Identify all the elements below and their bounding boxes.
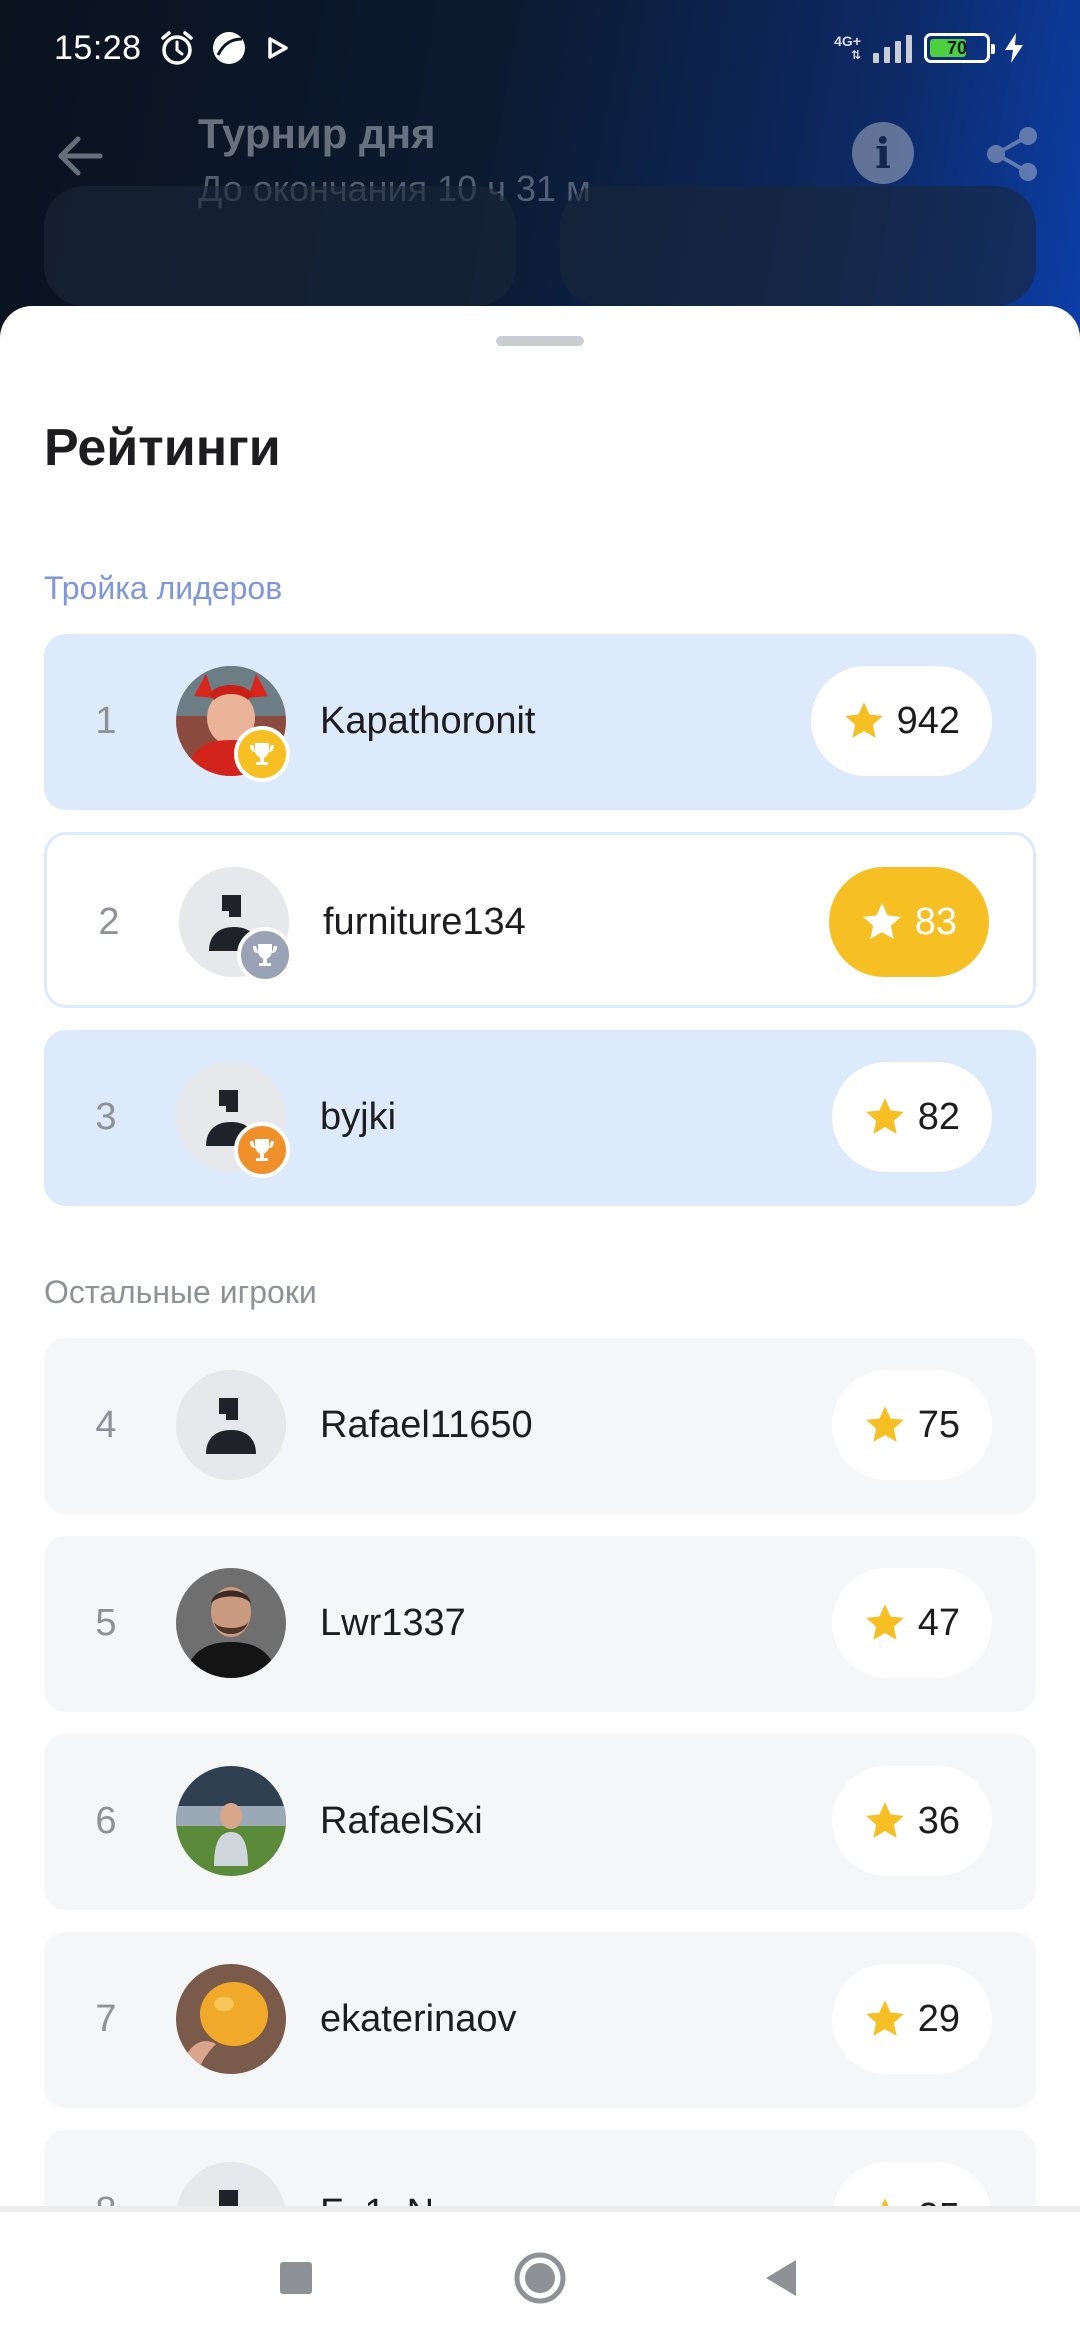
home-button[interactable] <box>510 2248 570 2308</box>
player-row[interactable]: 8 F_1_N 25 <box>44 2130 1036 2210</box>
score-badge: 25 <box>831 2162 992 2210</box>
star-icon <box>865 2000 904 2036</box>
player-name: Rafael11650 <box>320 1404 533 1446</box>
rank-number: 3 <box>95 1096 117 1138</box>
player-row[interactable]: 7 ekaterinaov 29 <box>44 1932 1036 2108</box>
player-name: ekaterinaov <box>320 1998 517 2040</box>
ratings-sheet: Рейтинги Тройка лидеров 1 Kapathoronit 9… <box>0 306 1080 2210</box>
score-badge: 75 <box>831 1370 992 1480</box>
score-value: 83 <box>914 900 957 943</box>
share-icon[interactable] <box>982 124 1042 184</box>
rank-number: 5 <box>95 1602 117 1644</box>
avatar-placeholder <box>176 1370 286 1480</box>
player-row[interactable]: 6 RafaelSxi 36 <box>44 1734 1036 1910</box>
star-icon <box>862 903 901 939</box>
avatar-placeholder <box>176 2162 286 2210</box>
info-icon[interactable]: i <box>852 122 914 184</box>
others-section-label: Остальные игроки <box>44 1274 317 1310</box>
recents-button[interactable] <box>266 2248 326 2308</box>
player-name: RafaelSxi <box>320 1800 483 1842</box>
rank-number: 7 <box>95 1998 117 2040</box>
player-row[interactable]: 5 Lwr1337 47 <box>44 1536 1036 1712</box>
score-value: 47 <box>917 1601 960 1644</box>
battery-icon: 70 <box>924 33 995 63</box>
score-badge: 47 <box>831 1568 992 1678</box>
trophy-bronze-icon <box>234 1122 290 1178</box>
avatar <box>176 1964 286 2074</box>
rank-number: 6 <box>95 1800 117 1842</box>
trophy-silver-icon <box>237 927 293 983</box>
score-badge: 29 <box>831 1964 992 2074</box>
alarm-icon <box>160 31 193 65</box>
player-row[interactable]: 4 Rafael11650 75 <box>44 1338 1036 1514</box>
leader-row-current-user[interactable]: 2 furniture134 83 <box>44 832 1036 1008</box>
score-badge-highlighted: 83 <box>828 867 989 977</box>
player-name: byjki <box>320 1096 397 1138</box>
back-arrow-icon[interactable] <box>50 126 110 186</box>
signal-icon <box>873 33 912 63</box>
score-value: 36 <box>917 1799 960 1842</box>
background-tab-right <box>560 186 1036 306</box>
leader-row[interactable]: 1 Kapathoronit 942 <box>44 634 1036 810</box>
score-badge: 942 <box>810 666 992 776</box>
player-name: furniture134 <box>323 901 526 943</box>
score-badge: 36 <box>831 1766 992 1876</box>
star-icon <box>844 702 883 738</box>
trophy-gold-icon <box>234 726 290 782</box>
avatar <box>176 1766 286 1876</box>
navigation-bar <box>0 2210 1080 2340</box>
app-icon <box>212 32 245 64</box>
network-label: 4G+ ⇅ <box>834 33 861 62</box>
sheet-title: Рейтинги <box>44 419 281 477</box>
rank-number: 2 <box>98 901 120 943</box>
rank-number: 4 <box>95 1404 117 1446</box>
score-value: 942 <box>896 699 960 742</box>
score-value: 29 <box>917 1997 960 2040</box>
background-screen: 15:28 4G+ ⇅ 70 Турнир дня ч 31 м i <box>0 0 1080 330</box>
score-value: 75 <box>917 1403 960 1446</box>
leader-row[interactable]: 3 byjki 82 <box>44 1030 1036 1206</box>
background-tab-left <box>44 186 516 306</box>
player-name: Kapathoronit <box>320 700 536 742</box>
avatar <box>176 1568 286 1678</box>
player-name: Lwr1337 <box>320 1602 466 1644</box>
star-icon <box>865 1406 904 1442</box>
charging-icon <box>1005 33 1023 63</box>
star-icon <box>865 1604 904 1640</box>
score-badge: 82 <box>831 1062 992 1172</box>
rank-number: 1 <box>95 700 117 742</box>
star-icon <box>865 1098 904 1134</box>
status-time: 15:28 <box>54 28 142 67</box>
star-icon <box>865 1802 904 1838</box>
play-icon <box>267 37 288 59</box>
tournament-title: Турнир дня <box>198 110 436 157</box>
sheet-drag-handle[interactable] <box>496 336 584 346</box>
back-button[interactable] <box>752 2248 812 2308</box>
status-bar: 15:28 4G+ ⇅ 70 <box>0 0 1080 96</box>
leaders-section-label: Тройка лидеров <box>44 570 283 606</box>
score-value: 82 <box>917 1095 960 1138</box>
battery-level: 70 <box>946 37 968 58</box>
